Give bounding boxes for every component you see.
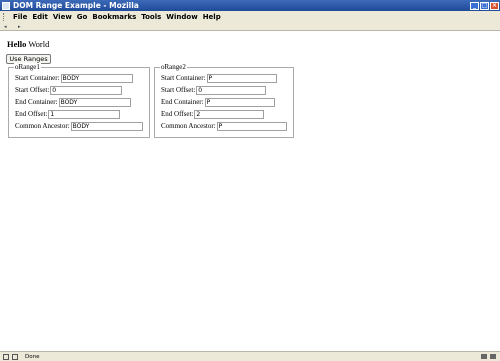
forward-arrow-icon[interactable]: ▸ [18, 24, 28, 30]
range2-common-ancestor-row: Common Ancestor: P [161, 121, 287, 131]
start-container-label: Start Container: [161, 74, 206, 82]
window-controls: _ □ × [470, 1, 499, 10]
end-offset-label: End Offset: [15, 110, 48, 118]
hello-paragraph: Hello World [7, 39, 49, 49]
mozilla-app-icon [2, 1, 10, 10]
back-arrow-icon[interactable]: ◂ [4, 24, 14, 30]
menu-edit[interactable]: Edit [32, 13, 48, 21]
range2-end-container-row: End Container: P [161, 97, 275, 107]
navigation-toolbar: ◂ ▸ [0, 23, 500, 31]
range2-end-offset-row: End Offset: 2 [161, 109, 265, 119]
range1-end-container-row: End Container: BODY [15, 97, 131, 107]
menu-bookmarks[interactable]: Bookmarks [92, 13, 136, 21]
window-title: DOM Range Example - Mozilla [13, 1, 139, 10]
close-icon[interactable]: × [490, 1, 499, 10]
range1-start-container-row: Start Container: BODY [15, 73, 133, 83]
title-bar: DOM Range Example - Mozilla _ □ × [0, 0, 500, 11]
range2-end-container-field[interactable]: P [204, 97, 275, 107]
range2-fieldset: oRange2 Start Container: P Start Offset:… [154, 63, 294, 138]
end-offset-label: End Offset: [161, 110, 194, 118]
menu-go[interactable]: Go [77, 13, 88, 21]
status-text: Done [25, 353, 40, 360]
range1-legend: oRange1 [14, 63, 41, 71]
range2-start-offset-field[interactable]: 0 [196, 85, 267, 95]
maximize-icon[interactable]: □ [480, 1, 489, 10]
menu-view[interactable]: View [53, 13, 72, 21]
end-container-label: End Container: [161, 98, 204, 106]
range2-end-offset-field[interactable]: 2 [194, 109, 265, 119]
minimize-icon[interactable]: _ [470, 1, 479, 10]
status-bar: Done [0, 351, 500, 361]
end-container-label: End Container: [15, 98, 58, 106]
menu-bar: File Edit View Go Bookmarks Tools Window… [0, 11, 500, 23]
start-container-label: Start Container: [15, 74, 60, 82]
range1-fieldset: oRange1 Start Container: BODY Start Offs… [8, 63, 150, 138]
page-content: Hello World Use Ranges oRange1 Start Con… [0, 31, 500, 351]
security-icon [3, 353, 9, 360]
range1-end-offset-row: End Offset: 1 [15, 109, 121, 119]
lock-icon [490, 354, 496, 359]
range1-end-offset-field[interactable]: 1 [48, 109, 121, 119]
range2-start-offset-row: Start Offset: 0 [161, 85, 267, 95]
online-status-icon [12, 353, 18, 360]
range1-start-offset-row: Start Offset: 0 [15, 85, 123, 95]
range1-common-ancestor-row: Common Ancestor: BODY [15, 121, 143, 131]
range1-end-container-field[interactable]: BODY [58, 97, 131, 107]
range2-start-container-row: Start Container: P [161, 73, 277, 83]
common-ancestor-label: Common Ancestor: [15, 122, 70, 130]
range1-common-ancestor-field[interactable]: BODY [70, 121, 143, 131]
menu-tools[interactable]: Tools [141, 13, 161, 21]
range2-common-ancestor-field[interactable]: P [216, 121, 287, 131]
common-ancestor-label: Common Ancestor: [161, 122, 216, 130]
range1-start-container-field[interactable]: BODY [60, 73, 133, 83]
range2-start-container-field[interactable]: P [206, 73, 277, 83]
range1-start-offset-field[interactable]: 0 [50, 85, 123, 95]
menu-help[interactable]: Help [203, 13, 221, 21]
hello-bold-text: Hello [7, 39, 27, 49]
menubar-grip[interactable] [3, 13, 10, 21]
progress-indicator-icon [481, 354, 487, 359]
world-text: World [26, 39, 50, 49]
start-offset-label: Start Offset: [15, 86, 50, 94]
menu-window[interactable]: Window [166, 13, 197, 21]
range2-legend: oRange2 [160, 63, 187, 71]
menu-file[interactable]: File [13, 13, 27, 21]
start-offset-label: Start Offset: [161, 86, 196, 94]
status-indicators [481, 354, 496, 359]
